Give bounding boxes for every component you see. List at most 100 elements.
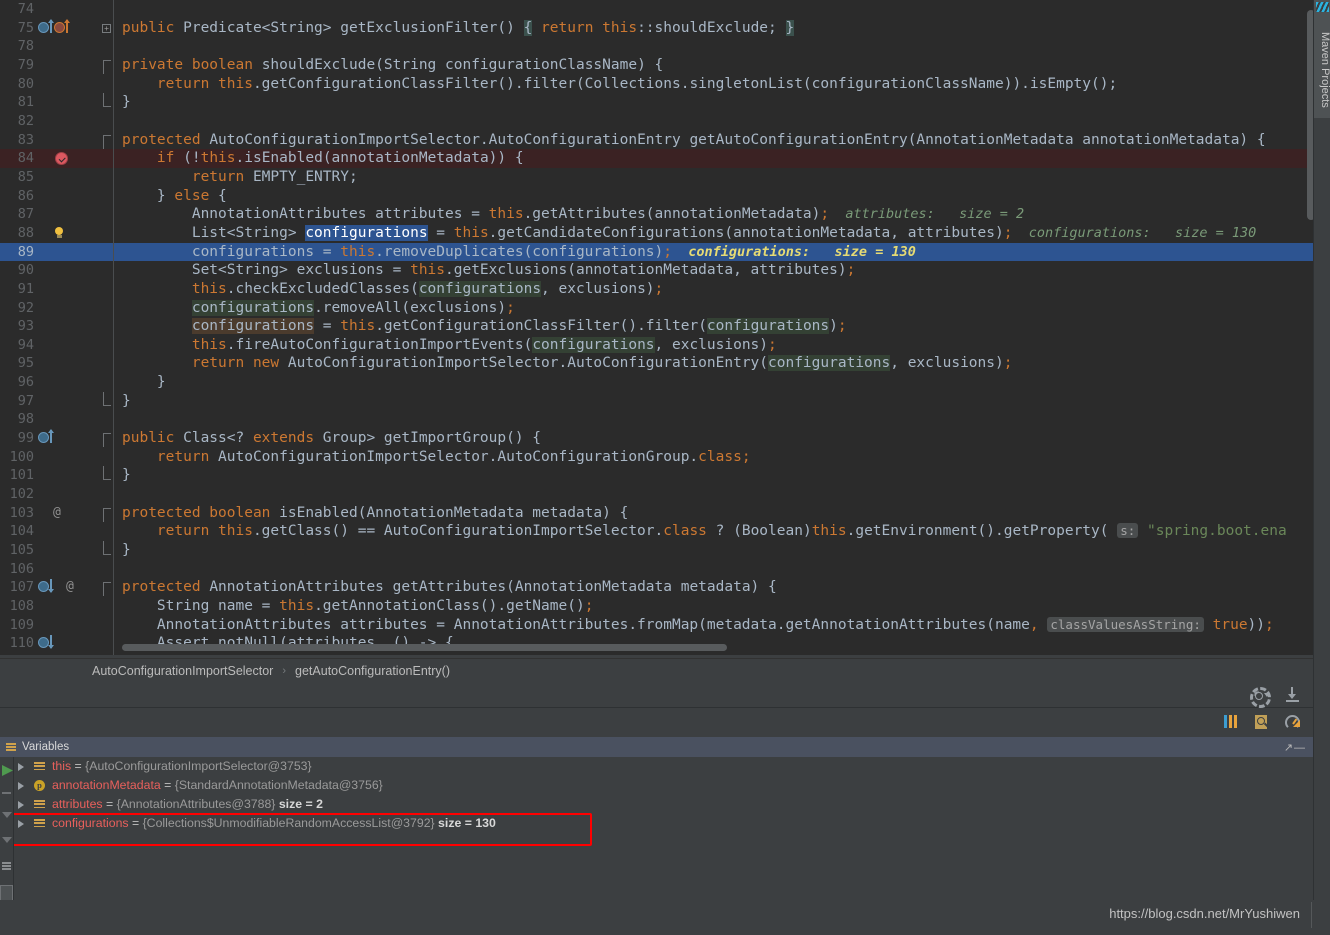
- fold-gutter[interactable]: [100, 261, 114, 280]
- code-line[interactable]: 90 Set<String> exclusions = this.getExcl…: [0, 261, 1313, 280]
- code-line[interactable]: 86 } else {: [0, 186, 1313, 206]
- fold-region-icon[interactable]: [103, 391, 111, 406]
- step-into-icon[interactable]: [2, 837, 12, 843]
- fold-gutter[interactable]: [100, 391, 114, 411]
- code-line[interactable]: 85 return EMPTY_ENTRY;: [0, 167, 1313, 187]
- debug-tab-icon[interactable]: [0, 885, 13, 901]
- fold-gutter[interactable]: [100, 578, 114, 597]
- fold-gutter[interactable]: [100, 37, 114, 56]
- expand-triangle-icon[interactable]: [18, 782, 24, 790]
- fold-gutter[interactable]: [100, 131, 114, 150]
- code-line[interactable]: 94 this.fireAutoConfigurationImportEvent…: [0, 335, 1313, 355]
- code-line[interactable]: 100 return AutoConfigurationImportSelect…: [0, 447, 1313, 467]
- export-icon[interactable]: [1284, 686, 1301, 703]
- code-line[interactable]: 84 if (!this.isEnabled(annotationMetadat…: [0, 149, 1313, 168]
- code-line[interactable]: 102: [0, 485, 1313, 504]
- fold-gutter[interactable]: [100, 243, 114, 262]
- fold-gutter[interactable]: [100, 597, 114, 616]
- fold-gutter[interactable]: [100, 280, 114, 299]
- code-line[interactable]: 111 return "No auto-configuration attrib…: [0, 652, 1313, 655]
- fold-gutter[interactable]: [100, 168, 114, 187]
- expand-triangle-icon[interactable]: [18, 820, 24, 828]
- fold-gutter[interactable]: [100, 224, 114, 243]
- profiler-gauge-icon[interactable]: [1284, 713, 1301, 730]
- code-line[interactable]: 82: [0, 111, 1313, 131]
- code-line[interactable]: 108 String name = this.getAnnotationClas…: [0, 597, 1313, 616]
- override-method-icon[interactable]: [38, 21, 49, 33]
- fold-gutter[interactable]: [100, 429, 114, 448]
- fold-gutter[interactable]: [100, 0, 114, 19]
- code-line[interactable]: 109 AnnotationAttributes attributes = An…: [0, 615, 1313, 635]
- breadcrumb-class[interactable]: AutoConfigurationImportSelector: [92, 664, 273, 678]
- memory-view-icon[interactable]: [1222, 713, 1239, 730]
- code-line[interactable]: 74: [0, 0, 1313, 19]
- code-line[interactable]: 107 @ protected AnnotationAttributes getAt…: [0, 578, 1313, 597]
- fold-gutter[interactable]: [100, 205, 114, 224]
- fold-region-icon[interactable]: [103, 466, 111, 481]
- frames-icon[interactable]: [2, 861, 13, 872]
- mute-breakpoints-icon[interactable]: [2, 792, 11, 794]
- panel-options-icon[interactable]: ↗ —: [1284, 741, 1305, 754]
- code-line[interactable]: 88 List<String> configurations = this.ge…: [0, 223, 1313, 243]
- code-line[interactable]: 97}: [0, 391, 1313, 411]
- code-line[interactable]: 80 return this.getConfigurationClassFilt…: [0, 74, 1313, 94]
- hscroll-thumb[interactable]: [122, 644, 727, 651]
- code-line[interactable]: 96 }: [0, 373, 1313, 392]
- variables-row[interactable]: configurations = {Collections$Unmodifiab…: [0, 814, 1313, 833]
- inspect-icon[interactable]: [1253, 713, 1270, 730]
- variables-row[interactable]: p annotationMetadata = {StandardAnnotatio…: [0, 776, 1313, 795]
- code-line[interactable]: 92 configurations.removeAll(exclusions);: [0, 298, 1313, 318]
- fold-gutter[interactable]: [100, 504, 114, 523]
- code-line[interactable]: 99 public Class<? extends Group> getImpor…: [0, 429, 1313, 448]
- fold-gutter[interactable]: [100, 448, 114, 467]
- breadcrumb-method[interactable]: getAutoConfigurationEntry(): [295, 664, 450, 678]
- fold-gutter[interactable]: [100, 93, 114, 112]
- fold-gutter[interactable]: [100, 634, 114, 653]
- fold-gutter[interactable]: +: [100, 19, 114, 38]
- fold-region-icon[interactable]: [103, 59, 111, 74]
- fold-gutter[interactable]: [100, 317, 114, 336]
- gear-icon[interactable]: [1249, 686, 1271, 708]
- variables-row[interactable]: this = {AutoConfigurationImportSelector@…: [0, 757, 1313, 776]
- code-line[interactable]: 81}: [0, 93, 1313, 112]
- fold-gutter[interactable]: [100, 410, 114, 429]
- expand-triangle-icon[interactable]: [18, 763, 24, 771]
- code-line[interactable]: 83 protected AutoConfigurationImportSelec…: [0, 130, 1313, 150]
- resume-program-icon[interactable]: [2, 765, 13, 776]
- implement-method-icon[interactable]: [54, 21, 65, 33]
- variables-row[interactable]: attributes = {AnnotationAttributes@3788}…: [0, 795, 1313, 814]
- expand-triangle-icon[interactable]: [18, 801, 24, 809]
- fold-region-icon[interactable]: [103, 433, 111, 448]
- fold-gutter[interactable]: [100, 616, 114, 635]
- code-line[interactable]: 105}: [0, 541, 1313, 560]
- fold-region-icon[interactable]: [103, 93, 111, 108]
- fold-gutter[interactable]: [100, 299, 114, 318]
- fold-region-icon[interactable]: [103, 507, 111, 522]
- code-line[interactable]: 101}: [0, 466, 1313, 486]
- fold-gutter[interactable]: [100, 373, 114, 392]
- code-line[interactable]: 78: [0, 37, 1313, 56]
- code-line[interactable]: 91 this.checkExcludedClasses(configurati…: [0, 279, 1313, 299]
- override-method-icon[interactable]: [38, 432, 49, 444]
- code-line[interactable]: 103 @ protected boolean isEnabled(Annotati…: [0, 503, 1313, 523]
- intention-bulb-icon[interactable]: [54, 226, 64, 238]
- fold-gutter[interactable]: [100, 485, 114, 504]
- code-line[interactable]: 98: [0, 410, 1313, 430]
- fold-gutter[interactable]: [100, 653, 114, 655]
- fold-expand-icon[interactable]: +: [102, 23, 111, 33]
- sidebar-item-maven-projects[interactable]: Maven Projects: [1314, 0, 1330, 118]
- code-line[interactable]: 93 configurations = this.getConfiguratio…: [0, 317, 1313, 336]
- fold-gutter[interactable]: [100, 541, 114, 560]
- code-line[interactable]: 87 AnnotationAttributes attributes = thi…: [0, 205, 1313, 224]
- editor-horizontal-scrollbar[interactable]: [122, 644, 1172, 651]
- fold-gutter[interactable]: [100, 187, 114, 206]
- fold-region-icon[interactable]: [103, 541, 111, 556]
- code-line[interactable]: 104 return this.getClass() == AutoConfig…: [0, 522, 1313, 542]
- step-over-icon[interactable]: [2, 812, 12, 818]
- code-editor[interactable]: 74 75 + public Predicate<String> getExclusi…: [0, 0, 1313, 655]
- fold-region-icon[interactable]: [103, 134, 111, 149]
- fold-gutter[interactable]: [100, 336, 114, 355]
- fold-gutter[interactable]: [100, 56, 114, 75]
- code-line[interactable]: 75 + public Predicate<String> getExclusion…: [0, 18, 1313, 38]
- fold-gutter[interactable]: [100, 354, 114, 373]
